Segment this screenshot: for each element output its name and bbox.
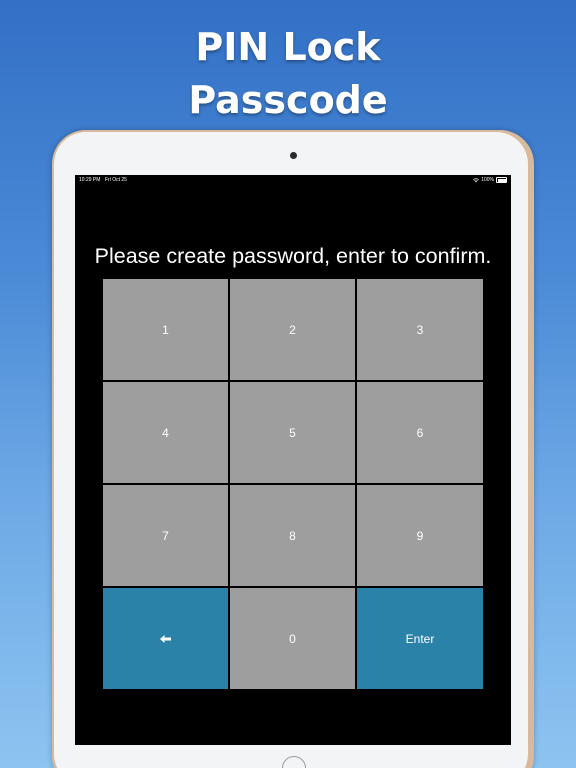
key-4[interactable]: 4 [102, 381, 229, 484]
key-6[interactable]: 6 [356, 381, 484, 484]
key-0[interactable]: 0 [229, 587, 356, 690]
status-bar: 10:29 PM Fri Oct 25 100% [75, 175, 511, 185]
key-label: 8 [289, 528, 296, 543]
status-indicators: 100% [473, 175, 507, 185]
key-label: 7 [162, 528, 169, 543]
battery-percent: 100% [481, 177, 494, 183]
status-time: 10:29 PM [79, 177, 101, 183]
key-label: 2 [289, 322, 296, 337]
key-8[interactable]: 8 [229, 484, 356, 587]
key-9[interactable]: 9 [356, 484, 484, 587]
backspace-button[interactable] [102, 587, 229, 690]
wifi-icon [473, 177, 480, 183]
enter-label: Enter [405, 631, 435, 646]
key-1[interactable]: 1 [102, 278, 229, 381]
key-3[interactable]: 3 [356, 278, 484, 381]
promo-title-line1: PIN Lock [195, 25, 381, 69]
key-7[interactable]: 7 [102, 484, 229, 587]
key-label: 9 [416, 528, 424, 543]
key-label: 5 [289, 425, 296, 440]
enter-button[interactable]: Enter [356, 587, 484, 690]
key-label: 0 [289, 631, 296, 646]
status-date: Fri Oct 25 [105, 177, 127, 183]
key-label: 6 [416, 425, 424, 440]
promo-title-line2: Passcode [188, 78, 388, 122]
app-screen: 10:29 PM Fri Oct 25 100% Please create p… [75, 175, 511, 745]
battery-icon [496, 177, 507, 183]
key-label: 4 [162, 425, 169, 440]
pin-keypad: 1 2 3 4 5 6 7 8 9 0 Enter [102, 278, 484, 690]
key-label: 3 [416, 322, 424, 337]
home-button[interactable] [282, 756, 306, 768]
backspace-arrow-icon [160, 632, 171, 646]
key-label: 1 [162, 322, 169, 337]
key-2[interactable]: 2 [229, 278, 356, 381]
front-camera-icon [290, 152, 297, 159]
key-5[interactable]: 5 [229, 381, 356, 484]
instruction-prompt: Please create password, enter to confirm… [94, 244, 492, 268]
